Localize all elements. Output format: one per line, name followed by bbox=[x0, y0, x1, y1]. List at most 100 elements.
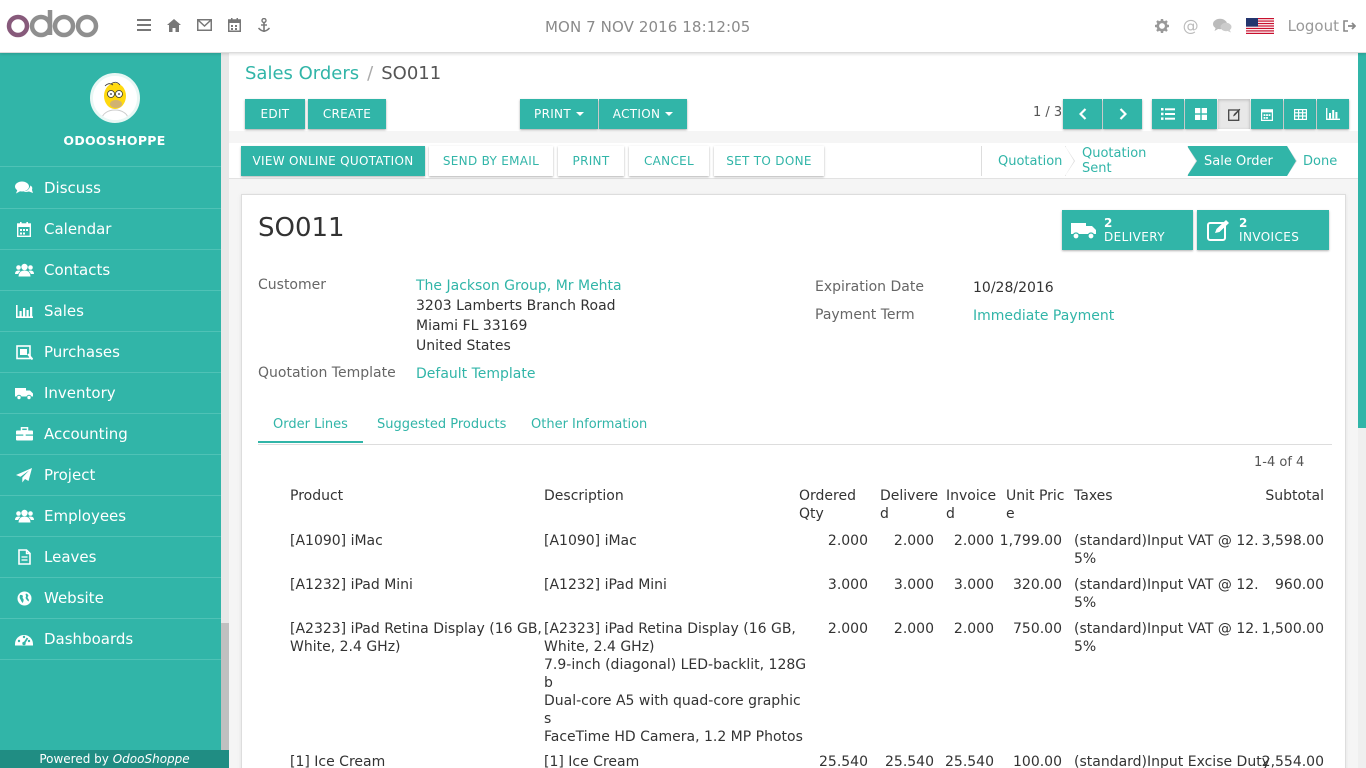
cell-ordered: 3.000 bbox=[827, 577, 868, 593]
us-flag-icon[interactable] bbox=[1245, 17, 1274, 34]
breadcrumb-sales-orders[interactable]: Sales Orders bbox=[245, 63, 359, 84]
create-button[interactable]: CREATE bbox=[308, 99, 386, 129]
odoo-logo[interactable] bbox=[4, 6, 100, 40]
sign-out-icon bbox=[1343, 19, 1356, 32]
action-dropdown[interactable]: ACTION bbox=[599, 99, 687, 129]
set-to-done-button[interactable]: SET TO DONE bbox=[714, 146, 824, 176]
avatar[interactable] bbox=[90, 73, 140, 123]
delivery-label: DELIVERY bbox=[1104, 230, 1165, 244]
cell-description: [1] Ice Cream bbox=[544, 753, 639, 768]
cell-subtotal: 2,554.00 bbox=[1261, 754, 1324, 768]
cell-line: [A1090] iMac bbox=[544, 533, 637, 549]
stage-label: Done bbox=[1303, 153, 1338, 169]
cell-line: [A2323] iPad Retina Display (16 GB, bbox=[290, 621, 542, 637]
sidebar-item-label: Discuss bbox=[44, 179, 101, 197]
sidebar-item-dashboards[interactable]: Dashboards bbox=[0, 619, 221, 660]
tab-other-information[interactable]: Other Information bbox=[531, 417, 647, 432]
pager-previous-button[interactable] bbox=[1063, 99, 1102, 129]
graph-view-button[interactable] bbox=[1317, 99, 1349, 129]
stage-quotation-sent[interactable]: Quotation Sent bbox=[1065, 146, 1197, 176]
sidebar-item-project[interactable]: Project bbox=[0, 455, 221, 496]
invoices-smart-button[interactable]: 2 INVOICES bbox=[1197, 210, 1329, 250]
payment-term-link[interactable]: Immediate Payment bbox=[973, 308, 1114, 324]
menu-icon[interactable] bbox=[136, 17, 152, 33]
stage-quotation[interactable]: Quotation bbox=[981, 146, 1075, 176]
cell-line: White, 2.4 GHz) bbox=[544, 639, 655, 655]
sidebar-item-calendar[interactable]: Calendar bbox=[0, 209, 221, 250]
tab-order-lines[interactable]: Order Lines bbox=[258, 417, 363, 443]
kanban-view-button[interactable] bbox=[1185, 99, 1217, 129]
sidebar-item-employees[interactable]: Employees bbox=[0, 496, 221, 537]
cell-line: [A2323] iPad Retina Display (16 GB, bbox=[544, 621, 796, 637]
customer-link[interactable]: The Jackson Group, Mr Mehta bbox=[416, 278, 622, 294]
sidebar-item-contacts[interactable]: Contacts bbox=[0, 250, 221, 291]
sidebar-item-accounting[interactable]: Accounting bbox=[0, 414, 221, 455]
header-line: d bbox=[946, 506, 955, 522]
sidebar-item-leaves[interactable]: Leaves bbox=[0, 537, 221, 578]
control-panel: Sales Orders / SO011 EDIT CREATE PRINT A… bbox=[229, 53, 1358, 131]
page-scrollbar[interactable] bbox=[1358, 53, 1366, 768]
calendar-view-button[interactable] bbox=[1251, 99, 1283, 129]
column-header-description[interactable]: Description bbox=[544, 487, 624, 505]
logout-button[interactable]: Logout bbox=[1288, 17, 1356, 35]
send-by-email-button[interactable]: SEND BY EMAIL bbox=[429, 146, 553, 176]
sidebar-item-purchases[interactable]: Purchases bbox=[0, 332, 221, 373]
stage-label: Sale Order bbox=[1204, 153, 1273, 169]
stage-sale-order[interactable]: Sale Order bbox=[1187, 146, 1297, 176]
gear-icon[interactable] bbox=[1154, 18, 1169, 33]
print-button[interactable]: PRINT bbox=[558, 146, 624, 176]
column-header-taxes[interactable]: Taxes bbox=[1074, 487, 1113, 505]
column-header-product[interactable]: Product bbox=[290, 487, 343, 505]
print-dropdown[interactable]: PRINT bbox=[520, 99, 598, 129]
column-header-invoiced[interactable]: Invoice d bbox=[946, 487, 996, 523]
sidebar-item-label: Leaves bbox=[44, 548, 97, 566]
view-online-quotation-button[interactable]: VIEW ONLINE QUOTATION bbox=[241, 146, 425, 176]
pager-next-button[interactable] bbox=[1103, 99, 1142, 129]
cell-line: s bbox=[544, 711, 552, 727]
record-count: 1-4 of 4 bbox=[1254, 455, 1305, 470]
form-view-button[interactable] bbox=[1218, 99, 1250, 129]
stage-label: Quotation bbox=[998, 153, 1063, 169]
th-large-icon bbox=[1195, 108, 1207, 120]
bar-chart-icon bbox=[1326, 108, 1340, 120]
sidebar-item-website[interactable]: Website bbox=[0, 578, 221, 619]
calendar-icon[interactable] bbox=[226, 17, 242, 33]
quotation-template-link[interactable]: Default Template bbox=[416, 366, 536, 382]
list-view-button[interactable] bbox=[1152, 99, 1184, 129]
at-icon[interactable]: @ bbox=[1183, 16, 1199, 35]
cell-invoiced: 3.000 bbox=[953, 577, 994, 593]
pager-value[interactable]: 1 / 3 bbox=[1033, 105, 1062, 120]
sidebar-item-discuss[interactable]: Discuss bbox=[0, 168, 221, 209]
app-sidebar: ODOOSHOPPE Discuss Calendar Contacts Sales P… bbox=[0, 53, 229, 768]
cell-invoiced: 25.540 bbox=[945, 754, 994, 768]
invoices-count: 2 bbox=[1239, 216, 1248, 230]
purchase-icon bbox=[14, 344, 34, 360]
column-header-ordered-qty[interactable]: Ordered Qty bbox=[799, 487, 856, 523]
home-icon[interactable] bbox=[166, 17, 182, 33]
column-header-subtotal[interactable]: Subtotal bbox=[1242, 487, 1324, 505]
cell-invoiced: 2.000 bbox=[953, 533, 994, 549]
sidebar-item-sales[interactable]: Sales bbox=[0, 291, 221, 332]
cell-description: [A1232] iPad Mini bbox=[544, 576, 667, 594]
delivery-smart-button[interactable]: 2 DELIVERY bbox=[1062, 210, 1193, 250]
envelope-icon[interactable] bbox=[196, 17, 212, 33]
sidebar-item-label: Employees bbox=[44, 507, 127, 525]
cell-line: (standard)Input Excise Duty bbox=[1074, 754, 1270, 768]
column-header-delivered[interactable]: Delivere d bbox=[880, 487, 938, 523]
sidebar-item-label: Inventory bbox=[44, 384, 116, 402]
cell-line: [A1090] iMac bbox=[290, 533, 383, 549]
cancel-button[interactable]: CANCEL bbox=[629, 146, 709, 176]
print-label: PRINT bbox=[534, 107, 571, 121]
header-line: Unit Pric bbox=[1006, 488, 1065, 504]
anchor-icon[interactable] bbox=[256, 17, 272, 33]
column-header-unit-price[interactable]: Unit Pric e bbox=[1006, 487, 1065, 523]
breadcrumb-current: SO011 bbox=[381, 63, 442, 84]
tab-suggested-products[interactable]: Suggested Products bbox=[377, 417, 506, 432]
cell-line: (standard)Input VAT @ 12. bbox=[1074, 577, 1259, 593]
pivot-view-button[interactable] bbox=[1284, 99, 1316, 129]
edit-button[interactable]: EDIT bbox=[245, 99, 305, 129]
sidebar-scrollbar[interactable] bbox=[221, 53, 229, 768]
sidebar-item-inventory[interactable]: Inventory bbox=[0, 373, 221, 414]
powered-prefix: Powered by bbox=[39, 752, 109, 766]
chat-icon[interactable] bbox=[1212, 18, 1232, 33]
